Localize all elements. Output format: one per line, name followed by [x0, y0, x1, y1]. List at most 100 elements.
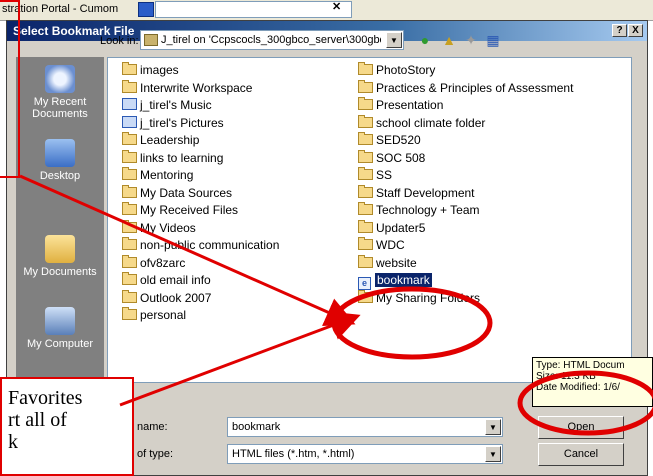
- annotation-line: Favorites: [8, 387, 83, 409]
- places-bar: My Recent Documents Desktop My Documents…: [16, 57, 104, 383]
- folder-icon: [358, 97, 373, 110]
- file-list[interactable]: images Interwrite Workspace j_tirel's Musi…: [107, 57, 632, 383]
- file-item[interactable]: images: [122, 62, 179, 78]
- file-item-label: links to learning: [140, 150, 224, 165]
- file-name-value: bookmark: [232, 421, 281, 433]
- cancel-button[interactable]: Cancel: [538, 443, 624, 466]
- place-label: My Recent Documents: [32, 96, 88, 120]
- file-item-label: website: [376, 255, 417, 270]
- file-item[interactable]: j_tirel's Music: [122, 97, 212, 113]
- folder-icon: [358, 237, 373, 250]
- file-item[interactable]: SS: [358, 167, 392, 183]
- file-item[interactable]: j_tirel's Pictures: [122, 115, 224, 131]
- file-item[interactable]: Presentation: [358, 97, 443, 113]
- html-file-icon: e: [358, 277, 371, 290]
- file-item-label: My Sharing Folders: [376, 290, 481, 305]
- file-type-label: of type:: [137, 448, 174, 460]
- file-item[interactable]: Outlook 2007: [122, 289, 211, 306]
- file-item[interactable]: WDC: [358, 237, 405, 253]
- file-item-label: SOC 508: [376, 150, 426, 165]
- folder-icon: [122, 272, 137, 285]
- chevron-down-icon[interactable]: ▼: [485, 446, 501, 462]
- place-label: Desktop: [39, 170, 81, 182]
- chevron-down-icon[interactable]: ▼: [485, 419, 501, 435]
- look-in-value: J_tirel on 'Ccpscocls_300gbco_server\300…: [161, 34, 381, 46]
- file-item[interactable]: ofv8zarc: [122, 254, 185, 271]
- up-folder-icon[interactable]: ▲: [440, 32, 458, 48]
- shared-folder-icon: [358, 289, 373, 303]
- file-item[interactable]: PhotoStory: [358, 62, 435, 78]
- file-item[interactable]: school climate folder: [358, 114, 485, 131]
- file-item-label: Technology + Team: [376, 203, 480, 217]
- folder-icon: [122, 237, 137, 250]
- annotation-note-text: Favorites rt all of k: [8, 387, 82, 453]
- folder-icon: [122, 307, 137, 320]
- file-item[interactable]: SED520: [358, 132, 421, 148]
- file-item[interactable]: Mentoring: [122, 167, 193, 183]
- folder-icon: [122, 62, 137, 75]
- file-info-tooltip: Type: HTML Docum Size: 11.3 KB Date Modi…: [532, 357, 653, 407]
- annotation-red-rectangle: [0, 0, 20, 178]
- place-my-computer[interactable]: My Computer: [16, 307, 104, 350]
- place-my-documents[interactable]: My Documents: [16, 235, 104, 278]
- file-item-label: bookmark: [375, 273, 432, 287]
- place-desktop[interactable]: Desktop: [16, 139, 104, 182]
- file-item-label: j_tirel's Pictures: [140, 115, 224, 130]
- folder-icon: [122, 254, 137, 268]
- folder-icon: [358, 114, 373, 128]
- file-item[interactable]: old email info: [122, 272, 211, 288]
- file-item[interactable]: website: [358, 254, 417, 271]
- file-item[interactable]: My Received Files: [122, 202, 238, 218]
- file-item[interactable]: e bookmark: [358, 272, 432, 290]
- folder-icon: [122, 132, 137, 145]
- folder-icon: [122, 289, 137, 303]
- file-item[interactable]: links to learning: [122, 149, 224, 166]
- file-item-label: Interwrite Workspace: [140, 80, 253, 95]
- file-item[interactable]: Practices & Principles of Assessment: [358, 79, 574, 96]
- file-item[interactable]: SOC 508: [358, 149, 426, 166]
- new-folder-icon[interactable]: ✦: [462, 32, 480, 48]
- file-item[interactable]: My Sharing Folders: [358, 289, 481, 306]
- file-name-field[interactable]: bookmark ▼: [227, 417, 503, 437]
- tooltip-date: Date Modified: 1/6/: [536, 382, 620, 393]
- file-item-label: Updater5: [376, 220, 426, 235]
- file-item[interactable]: Updater5: [358, 219, 426, 236]
- file-item[interactable]: Staff Development: [358, 184, 475, 201]
- file-type-select[interactable]: HTML files (*.htm, *.html) ▼: [227, 444, 503, 464]
- file-item-label: Practices & Principles of Assessment: [376, 80, 574, 95]
- my-documents-icon: [45, 235, 75, 263]
- annotation-line: k: [8, 431, 18, 453]
- file-item[interactable]: personal: [122, 307, 186, 323]
- close-button[interactable]: X: [628, 24, 643, 37]
- folder-icon: [358, 184, 373, 198]
- special-folder-icon: [122, 115, 137, 128]
- folder-icon: [358, 202, 373, 215]
- folder-icon: [122, 79, 137, 93]
- back-icon[interactable]: ●: [416, 32, 434, 48]
- file-item[interactable]: Technology + Team: [358, 202, 480, 218]
- views-menu-icon[interactable]: ▦: [484, 32, 502, 48]
- open-button[interactable]: Open: [538, 416, 624, 439]
- background-window-strip: stration Portal - Cumom ✕: [0, 0, 653, 21]
- file-type-value: HTML files (*.htm, *.html): [232, 448, 355, 460]
- folder-icon: [122, 184, 137, 198]
- file-item-label: SS: [376, 168, 393, 182]
- folder-icon: [358, 219, 373, 233]
- place-my-recent-documents[interactable]: My Recent Documents: [16, 65, 104, 120]
- background-address-field: [155, 1, 352, 18]
- tooltip-type: Type: HTML Docum: [536, 360, 625, 371]
- file-item-label: images: [140, 63, 179, 77]
- file-item[interactable]: My Data Sources: [122, 184, 232, 201]
- file-item[interactable]: Interwrite Workspace: [122, 79, 253, 96]
- file-item[interactable]: My Videos: [122, 219, 196, 236]
- folder-icon: [122, 149, 137, 163]
- help-button[interactable]: ?: [612, 24, 627, 37]
- file-item[interactable]: Leadership: [122, 132, 199, 148]
- chevron-down-icon[interactable]: ▼: [386, 32, 402, 48]
- annotation-note-box: Favorites rt all of k: [0, 377, 134, 476]
- file-item-label: Staff Development: [376, 185, 475, 200]
- look-in-combo[interactable]: J_tirel on 'Ccpscocls_300gbco_server\300…: [140, 30, 404, 50]
- browser-tab-icon: [138, 2, 154, 17]
- background-close-icon: ✕: [332, 1, 342, 13]
- file-item[interactable]: non-public communication: [122, 237, 279, 253]
